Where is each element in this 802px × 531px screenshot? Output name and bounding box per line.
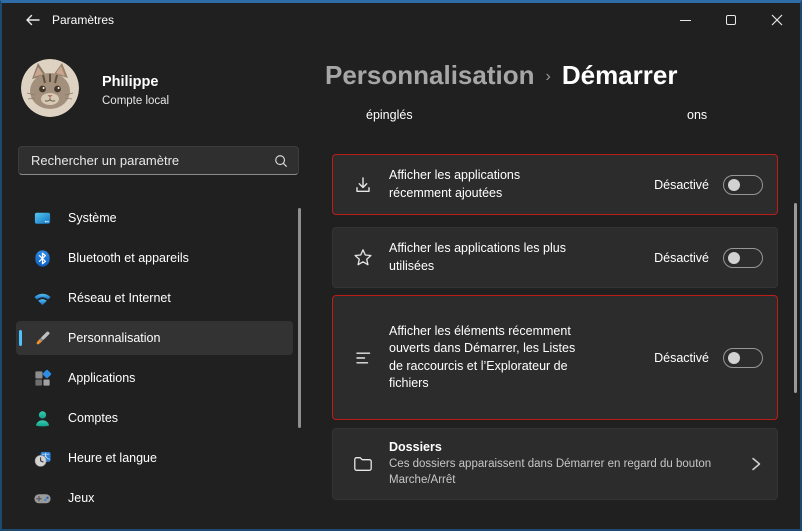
personalization-brush-icon [32,328,52,348]
sidebar-item-heure-langue[interactable]: Heure et langue [16,441,293,475]
titlebar: Paramètres [2,3,800,39]
sidebar-item-jeux[interactable]: Jeux [16,481,293,515]
clipped-text-right: ons [687,108,707,122]
toggle-knob [728,352,740,364]
recently-added-download-icon [351,175,375,195]
app-title: Paramètres [52,13,114,27]
sidebar-item-label: Bluetooth et appareils [68,251,189,265]
sidebar-item-label: Applications [68,371,135,385]
sidebar-item-label: Jeux [68,491,94,505]
bluetooth-icon [32,248,52,268]
toggle-recent-items[interactable] [723,348,763,368]
folders-title: Dossiers [389,440,741,454]
minimize-button[interactable] [662,3,708,37]
page-title: Démarrer [562,60,678,91]
network-wifi-icon [32,288,52,308]
sidebar-item-label: Heure et langue [68,451,157,465]
sidebar-item-label: Système [68,211,117,225]
clipped-text-left: épinglés [366,108,413,122]
folders-description: Ces dossiers apparaissent dans Démarrer … [389,457,741,488]
toggle-status-label: Désactivé [654,351,709,365]
sidebar-scrollbar[interactable] [298,208,301,428]
selected-accent-pill [19,330,22,346]
time-language-icon [32,448,52,468]
sidebar-item-systeme[interactable]: Système [16,201,293,235]
apps-icon [32,368,52,388]
user-account-type: Compte local [102,95,169,107]
back-button[interactable] [16,7,50,33]
search-icon [274,154,288,168]
toggle-knob [728,179,740,191]
accounts-icon [32,408,52,428]
recent-items-icon [351,348,375,368]
folder-icon [351,453,375,475]
minimize-icon [680,20,691,21]
setting-row-recently-added: Afficher les applications récemment ajou… [332,154,778,215]
search-box [18,146,299,175]
sidebar-item-applications[interactable]: Applications [16,361,293,395]
kitten-photo [21,59,79,117]
toggle-knob [728,252,740,264]
close-button[interactable] [754,3,800,37]
breadcrumb: Personnalisation › Démarrer [325,60,677,91]
setting-label: Afficher les éléments récemment ouverts … [389,323,584,393]
chevron-right-icon [749,456,763,472]
breadcrumb-separator-icon: › [546,68,551,86]
maximize-icon [726,15,736,25]
maximize-button[interactable] [708,3,754,37]
main-scrollbar[interactable] [794,203,797,393]
gaming-icon [32,488,52,508]
sidebar-item-label: Personnalisation [68,331,160,345]
system-icon [32,208,52,228]
toggle-recently-added[interactable] [723,175,763,195]
sidebar-nav: Système Bluetooth et appareils Réseau et… [16,201,293,521]
setting-label: Afficher les applications récemment ajou… [389,167,584,202]
breadcrumb-parent[interactable]: Personnalisation [325,60,535,91]
back-arrow-icon [25,13,41,27]
sidebar-item-label: Comptes [68,411,118,425]
sidebar-item-label: Réseau et Internet [68,291,171,305]
setting-row-most-used: Afficher les applications les plus utili… [332,227,778,288]
user-avatar[interactable] [21,59,79,117]
setting-row-folders[interactable]: Dossiers Ces dossiers apparaissent dans … [332,428,778,500]
toggle-status-label: Désactivé [654,251,709,265]
sidebar-item-reseau[interactable]: Réseau et Internet [16,281,293,315]
toggle-most-used[interactable] [723,248,763,268]
sidebar-item-personnalisation[interactable]: Personnalisation [16,321,293,355]
user-name: Philippe [102,74,158,90]
setting-row-recent-items: Afficher les éléments récemment ouverts … [332,295,778,420]
search-input[interactable] [19,153,274,168]
setting-label: Afficher les applications les plus utili… [389,240,584,275]
close-icon [771,14,783,26]
sidebar-item-bluetooth[interactable]: Bluetooth et appareils [16,241,293,275]
star-icon [351,247,375,269]
sidebar-item-comptes[interactable]: Comptes [16,401,293,435]
toggle-status-label: Désactivé [654,178,709,192]
